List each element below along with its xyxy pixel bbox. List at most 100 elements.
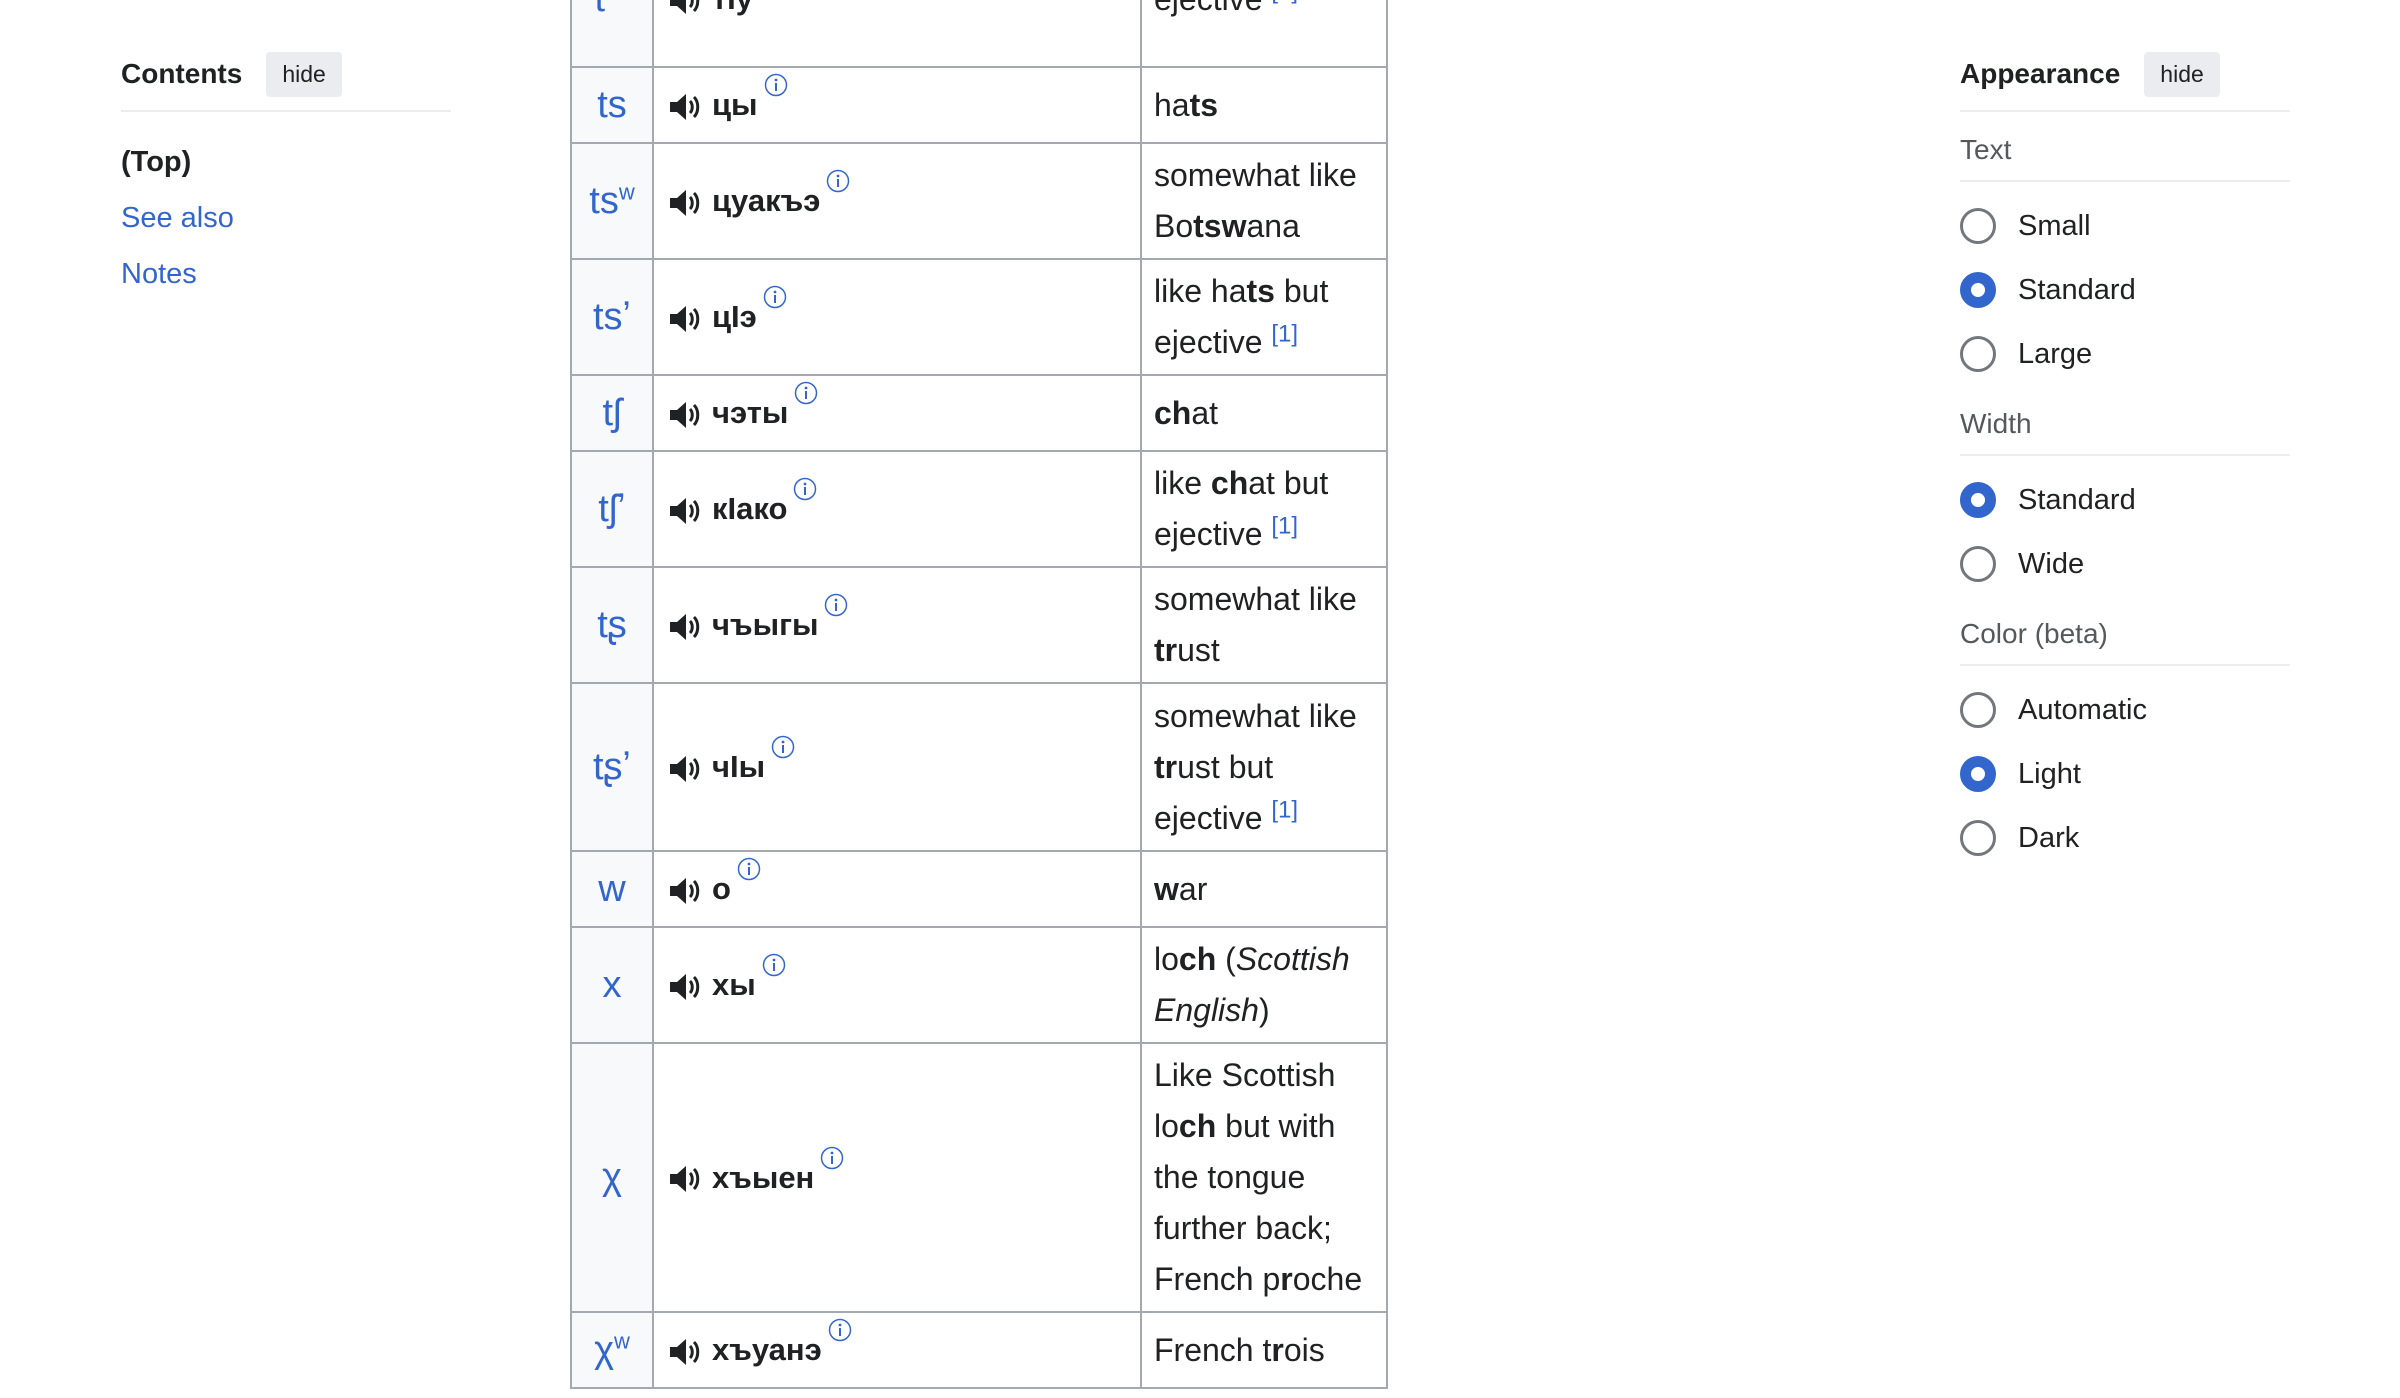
info-icon[interactable] [824, 593, 848, 617]
info-icon[interactable] [820, 1146, 844, 1170]
appearance-option[interactable]: Small [1960, 194, 2290, 258]
example-word[interactable]: хы [712, 967, 756, 1002]
table-row: x хы loch (Scottish English) [570, 926, 1388, 1044]
appearance-group-title: Width [1960, 408, 2290, 456]
ipa-symbol-cell[interactable]: twʼ [570, 0, 654, 68]
appearance-hide-button[interactable]: hide [2144, 51, 2220, 97]
example-word-cell[interactable]: о [652, 850, 1142, 928]
table-row: ts цы hats [570, 66, 1388, 144]
table-row: w о war [570, 850, 1388, 928]
ipa-symbol-link[interactable]: tʂ [597, 604, 627, 646]
radio-label: Wide [2018, 547, 2085, 580]
appearance-option[interactable]: Large [1960, 322, 2290, 386]
toc-item-see-also[interactable]: See also [121, 202, 234, 234]
example-word[interactable]: чэты [712, 395, 788, 430]
radio-button[interactable] [1960, 820, 1996, 856]
radio-button[interactable] [1960, 272, 1996, 308]
radio-button[interactable] [1960, 208, 1996, 244]
info-icon[interactable] [762, 953, 786, 977]
ipa-symbol-link[interactable]: tʃ [603, 392, 622, 434]
info-icon[interactable] [763, 285, 787, 309]
table-row: tʃʼ кӀако like chat but ejective [1] [570, 450, 1388, 568]
speaker-icon [670, 93, 700, 120]
example-word-cell[interactable]: цы [652, 66, 1142, 144]
example-word[interactable]: цы [712, 87, 758, 122]
ipa-symbol-cell[interactable]: tʂʼ [570, 682, 654, 852]
radio-button[interactable] [1960, 692, 1996, 728]
toc-item-notes[interactable]: Notes [121, 258, 197, 290]
table-row: χ хъыен Like Scottish loch but with the to… [570, 1042, 1388, 1313]
appearance-title: Appearance [1960, 58, 2121, 89]
ipa-symbol-cell[interactable]: tʃ [570, 374, 654, 452]
ipa-symbol-cell[interactable]: χw [570, 1311, 654, 1389]
ipa-symbol-link[interactable]: tsw [589, 180, 634, 222]
ipa-symbol-cell[interactable]: χ [570, 1042, 654, 1313]
example-word-cell[interactable]: хъыен [652, 1042, 1142, 1313]
ipa-symbol-link[interactable]: tsʼ [593, 296, 631, 338]
example-word-cell[interactable]: хы [652, 926, 1142, 1044]
ipa-symbol-cell[interactable]: ts [570, 66, 654, 144]
example-word[interactable]: цӀэ [712, 299, 757, 334]
example-word[interactable]: цуакъэ [712, 183, 820, 218]
ipa-symbol-link[interactable]: ts [597, 84, 627, 126]
example-word-cell[interactable]: цӀэ [652, 258, 1142, 376]
table-row: tʂʼ чӀы somewhat like trust but ejective [… [570, 682, 1388, 852]
example-word[interactable]: хъыен [712, 1160, 814, 1195]
ipa-symbol-cell[interactable]: tsw [570, 142, 654, 260]
ipa-symbol-link[interactable]: tʂʼ [593, 746, 631, 788]
info-icon[interactable] [737, 857, 761, 881]
ipa-symbol-cell[interactable]: x [570, 926, 654, 1044]
radio-label: Large [2018, 337, 2093, 370]
example-word-cell[interactable]: цуакъэ [652, 142, 1142, 260]
appearance-option[interactable]: Standard [1960, 468, 2290, 532]
ipa-symbol-link[interactable]: w [598, 868, 625, 910]
appearance-option[interactable]: Wide [1960, 532, 2290, 596]
ipa-symbol-link[interactable]: x [603, 964, 622, 1006]
appearance-option[interactable]: Light [1960, 742, 2290, 806]
pronunciation-table-wrapper: twʼ тӀу ejective [1] ts цы hats tsw цуакъэ somew… [570, 0, 1388, 1389]
appearance-option[interactable]: Automatic [1960, 678, 2290, 742]
appearance-group-title: Color (beta) [1960, 618, 2290, 666]
example-word[interactable]: о [712, 871, 731, 906]
example-word[interactable]: тӀу [712, 0, 753, 16]
ipa-symbol-link[interactable]: twʼ [595, 0, 630, 20]
toc-item-top[interactable]: (Top) [121, 134, 451, 190]
english-equivalent-cell: hats [1140, 66, 1388, 144]
radio-button[interactable] [1960, 756, 1996, 792]
radio-button[interactable] [1960, 336, 1996, 372]
example-word-cell[interactable]: чъыгы [652, 566, 1142, 684]
example-word-cell[interactable]: тӀу [652, 0, 1142, 68]
example-word-cell[interactable]: хъуанэ [652, 1311, 1142, 1389]
table-row: twʼ тӀу ejective [1] [570, 0, 1388, 68]
example-word-cell[interactable]: чӀы [652, 682, 1142, 852]
table-row: tʂ чъыгы somewhat like trust [570, 566, 1388, 684]
example-word[interactable]: кӀако [712, 491, 787, 526]
info-icon[interactable] [771, 735, 795, 759]
radio-label: Standard [2018, 483, 2136, 516]
ipa-symbol-link[interactable]: χ [602, 1156, 622, 1198]
example-word[interactable]: чъыгы [712, 607, 818, 642]
info-icon[interactable] [793, 477, 817, 501]
english-equivalent-cell: Like Scottish loch but with the tongue f… [1140, 1042, 1388, 1313]
ipa-symbol-link[interactable]: tʃʼ [598, 488, 625, 530]
ipa-symbol-link[interactable]: χw [594, 1329, 630, 1371]
info-icon[interactable] [828, 1318, 852, 1342]
ipa-symbol-cell[interactable]: tsʼ [570, 258, 654, 376]
ipa-symbol-cell[interactable]: w [570, 850, 654, 928]
radio-button[interactable] [1960, 482, 1996, 518]
appearance-option[interactable]: Standard [1960, 258, 2290, 322]
ipa-symbol-cell[interactable]: tʃʼ [570, 450, 654, 568]
info-icon[interactable] [826, 169, 850, 193]
example-word-cell[interactable]: чэты [652, 374, 1142, 452]
info-icon[interactable] [794, 381, 818, 405]
appearance-option[interactable]: Dark [1960, 806, 2290, 870]
example-word-cell[interactable]: кӀако [652, 450, 1142, 568]
table-row: tsw цуакъэ somewhat like Botswana [570, 142, 1388, 260]
toc-hide-button[interactable]: hide [266, 51, 342, 97]
example-word[interactable]: чӀы [712, 749, 765, 784]
ipa-symbol-cell[interactable]: tʂ [570, 566, 654, 684]
speaker-icon [670, 973, 700, 1000]
example-word[interactable]: хъуанэ [712, 1332, 822, 1367]
info-icon[interactable] [764, 73, 788, 97]
radio-button[interactable] [1960, 546, 1996, 582]
